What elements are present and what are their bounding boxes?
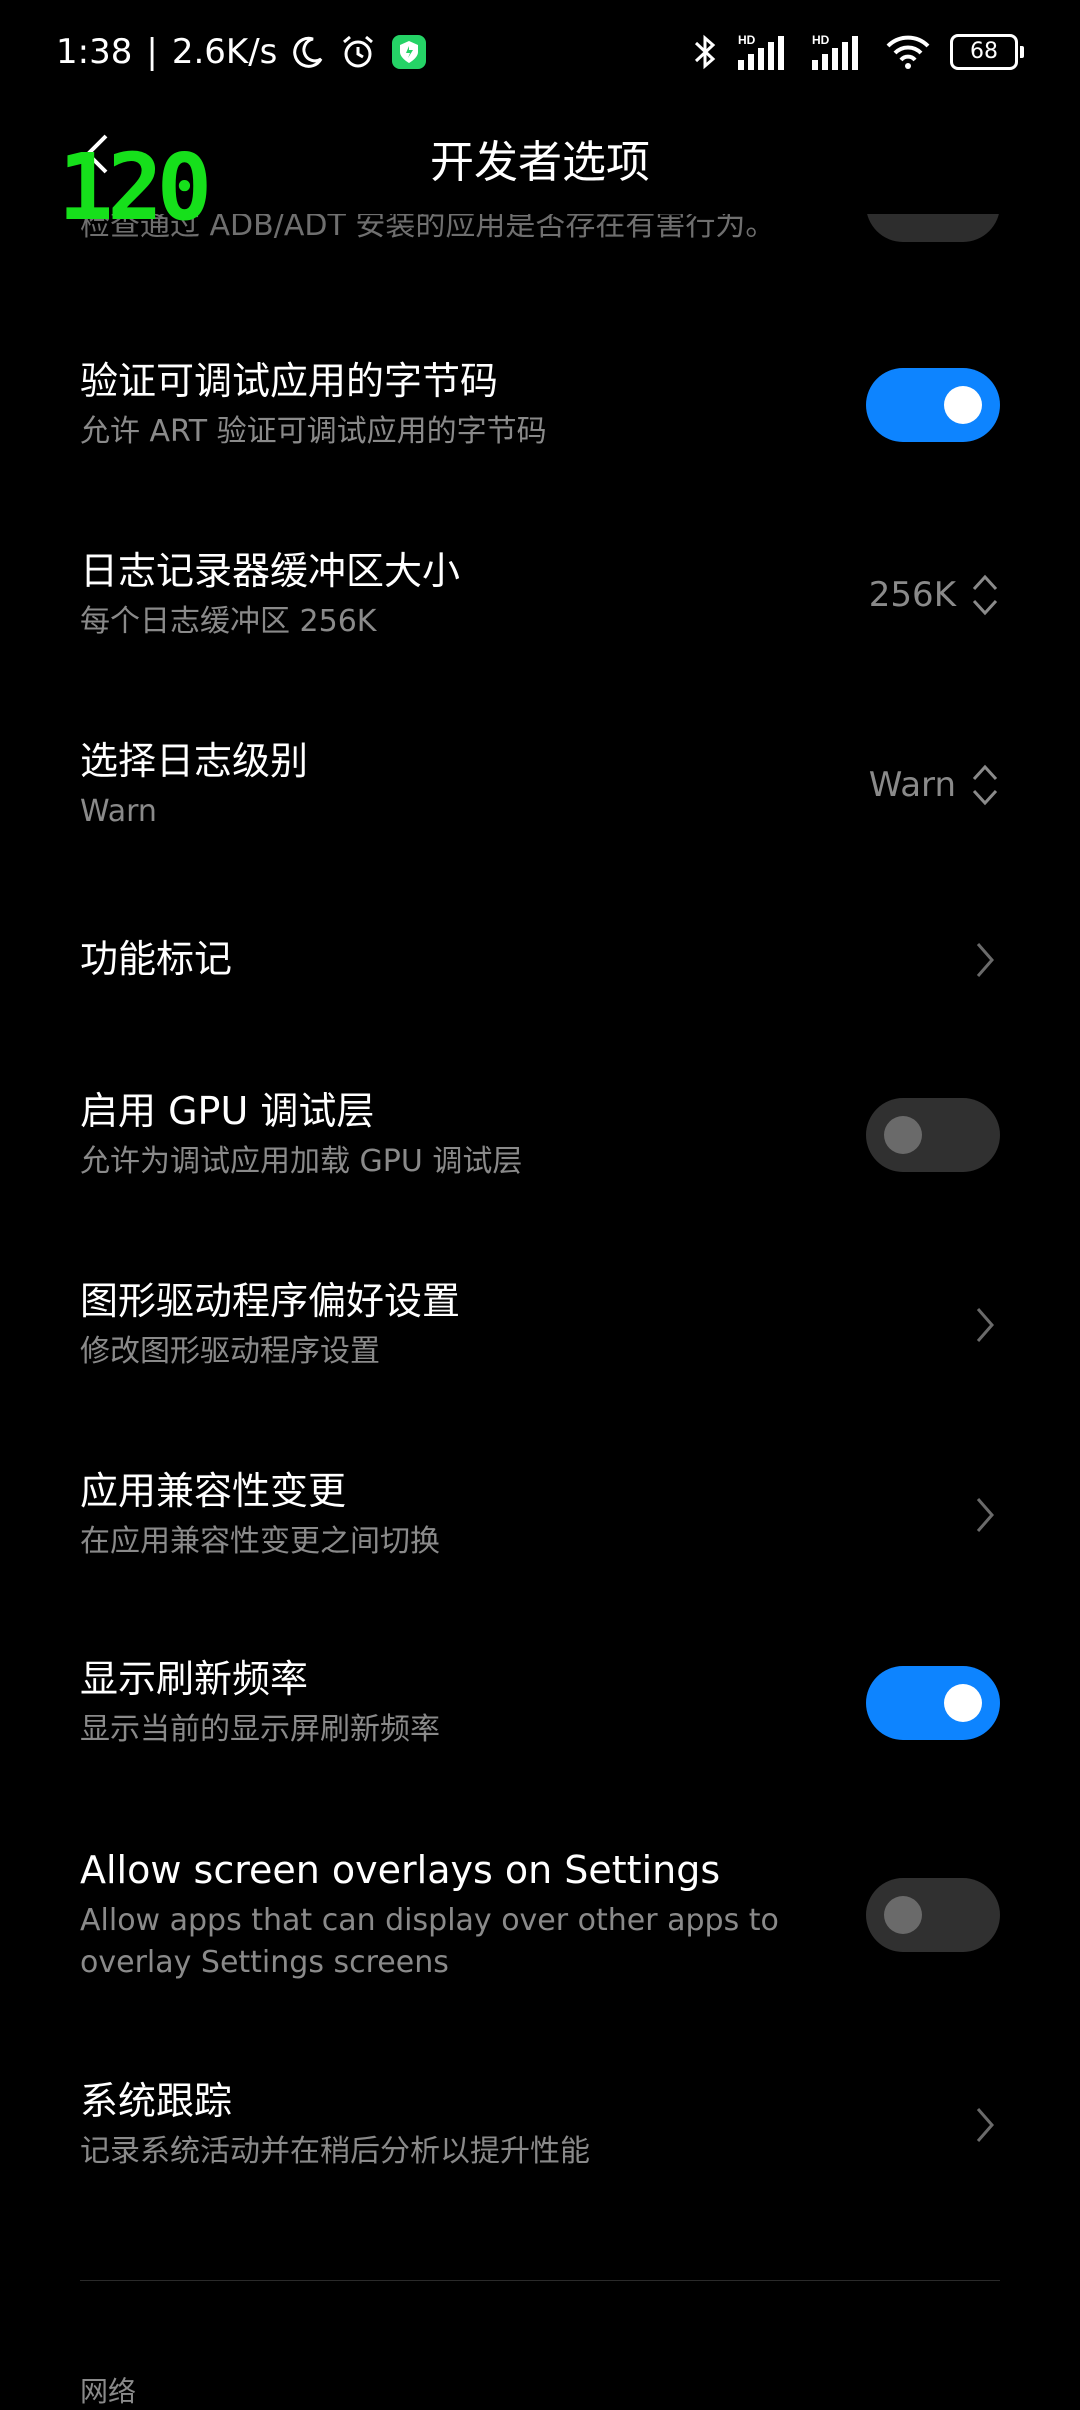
setting-graphics-driver-prefs[interactable]: 图形驱动程序偏好设置 修改图形驱动程序设置 [80, 1250, 1000, 1400]
select-value: Warn [868, 765, 956, 805]
setting-subtitle: 显示当前的显示屏刷新频率 [80, 1711, 440, 1747]
partial-setting-row[interactable]: 检查通过 ADB/ADT 安装的应用是否存在有害行为。 [80, 214, 1000, 258]
setting-title: 启用 GPU 调试层 [80, 1089, 375, 1134]
log-level-select[interactable]: Warn [869, 761, 1000, 809]
setting-title: 日志记录器缓冲区大小 [80, 549, 461, 594]
setting-title: 图形驱动程序偏好设置 [80, 1279, 461, 1324]
setting-text: 选择日志级别 Warn [80, 737, 308, 832]
security-app-icon [392, 35, 427, 69]
svg-text:HD: HD [738, 33, 756, 47]
logger-buffer-select[interactable]: 256K [869, 571, 1000, 619]
up-down-chevron-icon [972, 764, 998, 806]
chevron-right-icon [976, 1498, 994, 1532]
section-divider [80, 2280, 1000, 2281]
wifi-icon [886, 35, 930, 69]
setting-subtitle: 在应用兼容性变更之间切换 [80, 1523, 440, 1559]
bluetooth-icon [694, 34, 716, 70]
setting-title: Allow screen overlays on Settings [80, 1848, 721, 1893]
setting-title: 功能标记 [80, 937, 233, 982]
setting-subtitle: Warn [80, 793, 157, 829]
svg-text:HD: HD [812, 33, 830, 47]
verify-bytecode-toggle[interactable] [866, 368, 1000, 442]
setting-subtitle: 记录系统活动并在稍后分析以提升性能 [80, 2133, 590, 2169]
toggle-knob [884, 1896, 922, 1934]
setting-subtitle: 允许为调试应用加载 GPU 调试层 [80, 1143, 523, 1179]
setting-feature-flags[interactable]: 功能标记 [80, 900, 1000, 1020]
status-right: HD HD 68 [692, 32, 1024, 72]
battery-level: 68 [950, 34, 1018, 70]
setting-text: 应用兼容性变更 在应用兼容性变更之间切换 [80, 1467, 440, 1562]
up-down-chevron-icon [972, 574, 998, 616]
setting-system-tracing[interactable]: 系统跟踪 记录系统活动并在稍后分析以提升性能 [80, 2050, 1000, 2200]
gpu-debug-toggle[interactable] [866, 1098, 1000, 1172]
alarm-icon [343, 35, 374, 68]
setting-verify-debug-bytecode[interactable]: 验证可调试应用的字节码 允许 ART 验证可调试应用的字节码 [80, 330, 1000, 480]
status-separator: | [146, 32, 158, 72]
moon-icon [293, 36, 323, 68]
chevron-right-icon [976, 943, 994, 977]
toggle-knob [884, 1116, 922, 1154]
status-time: 1:38 [56, 32, 133, 72]
setting-title: 系统跟踪 [80, 2079, 233, 2124]
setting-subtitle: 允许 ART 验证可调试应用的字节码 [80, 413, 547, 449]
screen-overlays-toggle[interactable] [866, 1878, 1000, 1952]
setting-logger-buffer-size[interactable]: 日志记录器缓冲区大小 每个日志缓冲区 256K 256K [80, 520, 1000, 670]
signal-hd-icon-2: HD [812, 33, 858, 70]
fps-counter-overlay: 120 [58, 134, 212, 241]
refresh-rate-toggle[interactable] [866, 1666, 1000, 1740]
setting-title: 验证可调试应用的字节码 [80, 359, 499, 404]
battery-indicator: 68 [950, 34, 1024, 70]
setting-show-refresh-rate[interactable]: 显示刷新频率 显示当前的显示屏刷新频率 [80, 1628, 1000, 1778]
setting-text: Allow screen overlays on Settings Allow … [80, 1846, 800, 1983]
setting-app-compat-changes[interactable]: 应用兼容性变更 在应用兼容性变更之间切换 [80, 1440, 1000, 1590]
setting-title: 选择日志级别 [80, 739, 309, 784]
setting-subtitle: Allow apps that can display over other a… [80, 1902, 779, 1980]
section-label-network: 网络 [80, 2375, 137, 2408]
setting-subtitle: 修改图形驱动程序设置 [80, 1333, 380, 1369]
status-bar: 1:38 | 2.6K/s HD HD 68 [0, 0, 1080, 104]
toggle-knob [944, 386, 982, 424]
setting-text: 功能标记 [80, 935, 232, 984]
signal-hd-icon-1: HD [738, 33, 784, 70]
chevron-right-icon [976, 2108, 994, 2142]
select-value: 256K [868, 575, 956, 615]
setting-title: 应用兼容性变更 [80, 1469, 347, 1514]
setting-text: 显示刷新频率 显示当前的显示屏刷新频率 [80, 1655, 440, 1750]
battery-tip [1020, 46, 1024, 58]
chevron-right-icon [976, 1308, 994, 1342]
setting-text: 日志记录器缓冲区大小 每个日志缓冲区 256K [80, 547, 460, 642]
setting-subtitle: 每个日志缓冲区 256K [80, 603, 377, 639]
setting-gpu-debug-layers[interactable]: 启用 GPU 调试层 允许为调试应用加载 GPU 调试层 [80, 1060, 1000, 1210]
partial-toggle[interactable] [866, 214, 1000, 242]
status-net-speed: 2.6K/s [171, 32, 278, 72]
setting-text: 图形驱动程序偏好设置 修改图形驱动程序设置 [80, 1277, 460, 1372]
setting-text: 验证可调试应用的字节码 允许 ART 验证可调试应用的字节码 [80, 357, 547, 452]
setting-title: 显示刷新频率 [80, 1657, 309, 1702]
setting-log-level[interactable]: 选择日志级别 Warn Warn [80, 710, 1000, 860]
status-left: 1:38 | 2.6K/s [56, 32, 427, 72]
setting-text: 系统跟踪 记录系统活动并在稍后分析以提升性能 [80, 2077, 590, 2172]
setting-allow-screen-overlays[interactable]: Allow screen overlays on Settings Allow … [80, 1820, 1000, 2010]
setting-text: 启用 GPU 调试层 允许为调试应用加载 GPU 调试层 [80, 1087, 522, 1182]
toggle-knob [944, 1684, 982, 1722]
